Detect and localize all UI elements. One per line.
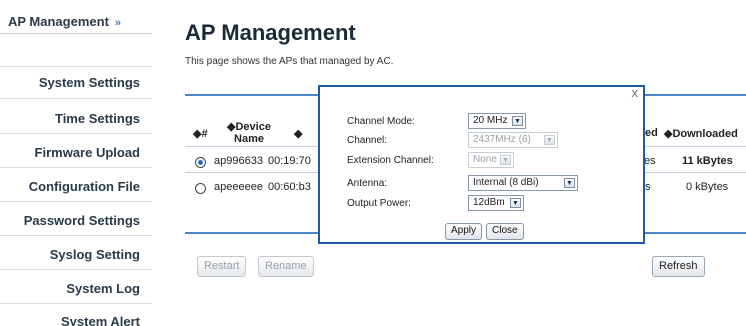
channel-mode-value: 20 MHz <box>473 115 508 126</box>
apply-button[interactable]: Apply <box>445 223 483 240</box>
output-power-value: 12dBm <box>473 197 505 208</box>
row-mac: 00:19:70 <box>268 155 311 167</box>
channel-mode-label: Channel Mode: <box>347 116 415 127</box>
output-power-select[interactable]: 12dBm ▼ <box>468 195 524 211</box>
channel-value: 2437MHz (6) <box>473 134 531 145</box>
sidebar-spacer <box>0 37 152 67</box>
restart-button[interactable]: Restart <box>197 256 247 277</box>
sidebar-header-label: AP Management <box>8 14 109 29</box>
sidebar-divider <box>0 167 152 168</box>
sidebar-item-system-log[interactable]: System Log <box>66 281 140 296</box>
close-button[interactable]: Close <box>486 223 524 240</box>
extension-channel-select[interactable]: None ▼ <box>468 152 514 168</box>
close-icon[interactable]: X <box>631 89 638 100</box>
row-downloaded: 0 kBytes <box>686 181 729 193</box>
page-title: AP Management <box>185 20 356 45</box>
output-power-label: Output Power: <box>347 198 411 209</box>
chevron-down-icon: ▼ <box>500 155 511 165</box>
row-partial: es <box>644 155 656 167</box>
refresh-button[interactable]: Refresh <box>652 256 705 277</box>
sidebar-header[interactable]: AP Management » <box>0 4 152 34</box>
rename-button[interactable]: Rename <box>258 256 314 277</box>
chevron-down-icon: ▼ <box>544 135 555 145</box>
row-mac: 00:60:b3 <box>268 181 311 193</box>
sidebar-divider <box>0 98 152 99</box>
sidebar-divider <box>0 235 152 236</box>
header-downloaded[interactable]: ◆Downloaded <box>664 127 738 140</box>
header-select[interactable]: ◆# <box>193 127 208 140</box>
row-device-name: apeeeeee <box>214 181 263 193</box>
extension-channel-value: None <box>473 154 497 165</box>
header-device-name-label: Device Name <box>234 121 271 145</box>
sidebar-item-firmware-upload[interactable]: Firmware Upload <box>35 145 140 160</box>
sidebar-item-syslog-setting[interactable]: Syslog Setting <box>50 247 140 262</box>
antenna-value: Internal (8 dBi) <box>473 177 539 188</box>
sidebar-item-configuration-file[interactable]: Configuration File <box>29 179 140 194</box>
sidebar-divider <box>0 303 152 304</box>
header-device-name[interactable]: ◆Device Name <box>224 121 274 145</box>
page: AP Management » System Settings Time Sett… <box>0 0 746 326</box>
antenna-select[interactable]: Internal (8 dBi) ▼ <box>468 175 578 191</box>
page-subtitle: This page shows the APs that managed by … <box>185 56 394 67</box>
row-partial: s <box>645 181 651 193</box>
sidebar-divider <box>0 133 152 134</box>
header-col3[interactable]: ◆ <box>294 127 302 140</box>
chevron-down-icon: ▼ <box>564 178 575 188</box>
extension-channel-label: Extension Channel: <box>347 155 434 166</box>
sidebar-item-system-alert[interactable]: System Alert <box>61 314 140 326</box>
antenna-label: Antenna: <box>347 178 388 189</box>
sidebar-divider <box>0 269 152 270</box>
double-chevron-right-icon[interactable]: » <box>115 17 121 29</box>
row-select-radio[interactable] <box>195 157 206 168</box>
sidebar-divider <box>0 201 152 202</box>
chevron-down-icon: ▼ <box>510 198 521 208</box>
sidebar-item-password-settings[interactable]: Password Settings <box>24 213 140 228</box>
row-downloaded: 11 kBytes <box>682 155 733 167</box>
sidebar-item-time-settings[interactable]: Time Settings <box>55 111 140 126</box>
channel-mode-select[interactable]: 20 MHz ▼ <box>468 113 526 129</box>
row-device-name: ap996633 <box>214 155 263 167</box>
sidebar: AP Management » System Settings Time Sett… <box>0 0 152 326</box>
radio-settings-dialog: X Channel Mode: 20 MHz ▼ Channel: 2437MH… <box>318 85 645 244</box>
sidebar-item-system-settings[interactable]: System Settings <box>39 75 140 90</box>
header-ed[interactable]: ed <box>645 127 658 139</box>
channel-label: Channel: <box>347 135 388 146</box>
channel-select[interactable]: 2437MHz (6) ▼ <box>468 132 558 148</box>
chevron-down-icon: ▼ <box>512 116 523 126</box>
row-select-radio[interactable] <box>195 183 206 194</box>
